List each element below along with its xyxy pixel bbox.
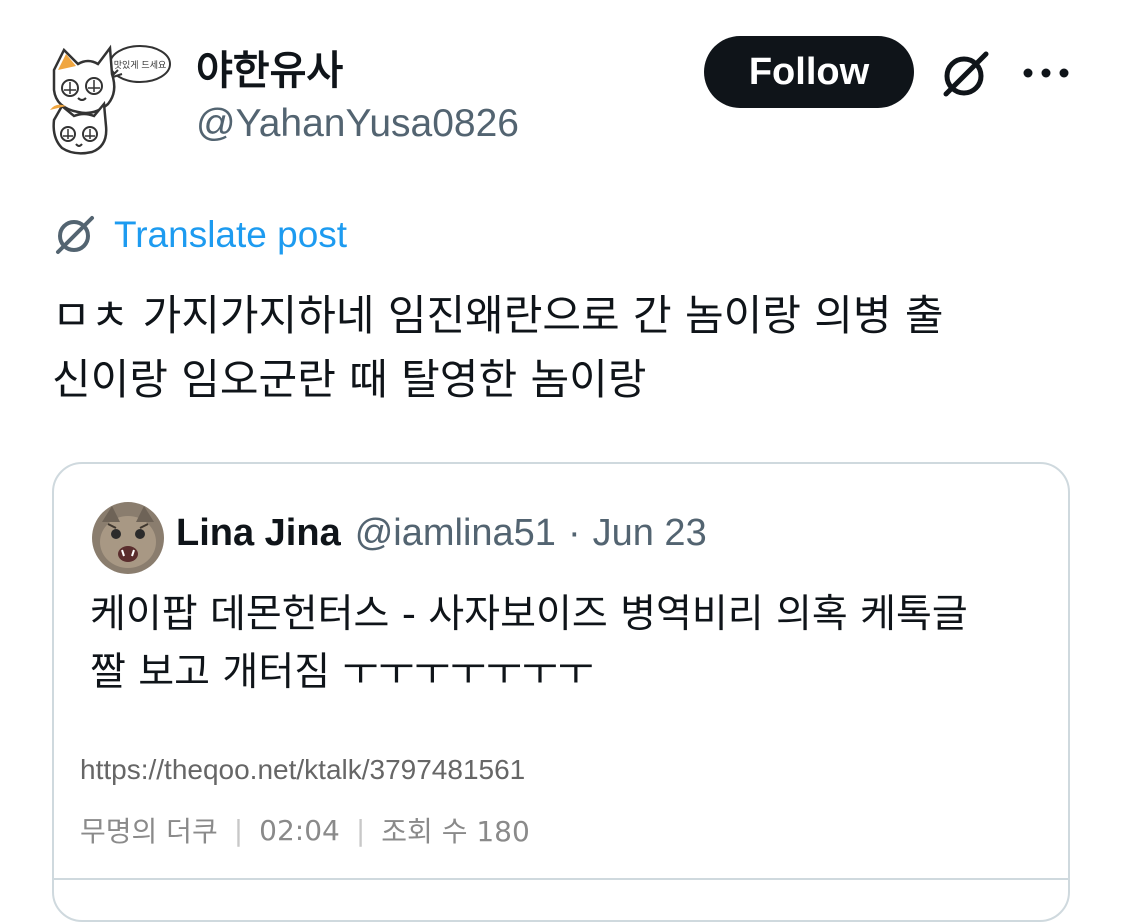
quote-text-line: 케이팝 데몬헌터스 - 사자보이즈 병역비리 의혹 케톡글 (90, 592, 968, 637)
avatar-bubble-text: 맛있게 드세요 (114, 59, 167, 71)
quote-author-handle[interactable]: @iamlina51 (355, 512, 556, 555)
meta-divider: | (355, 813, 366, 847)
embedded-screenshot-url: https://theqoo.net/ktalk/3797481561 (80, 754, 526, 785)
quote-author-avatar (92, 502, 164, 574)
quote-date[interactable]: Jun 23 (593, 512, 707, 555)
more-icon[interactable] (1020, 60, 1072, 86)
author-avatar[interactable]: 맛있게 드세요 (48, 40, 174, 158)
quote-text-line: 짤 보고 개터짐 ㅜㅜㅜㅜㅜㅜㅜ (90, 650, 594, 695)
translate-post-label: Translate post (114, 214, 348, 255)
quote-separator: · (567, 512, 581, 554)
meta-divider: | (233, 813, 244, 847)
quote-text: 케이팝 데몬헌터스 - 사자보이즈 병역비리 의혹 케톡글 짤 보고 개터짐 ㅜ… (90, 586, 1050, 702)
follow-button[interactable]: Follow (704, 36, 914, 108)
quote-header: Lina Jina @iamlina51 · Jun 23 (176, 512, 707, 555)
embedded-divider (54, 878, 1068, 880)
author-display-name[interactable]: 야한유사 (196, 38, 343, 96)
translate-post-link[interactable]: Translate post (52, 210, 347, 260)
grok-translate-icon (52, 212, 98, 258)
post-text-line: ㅁㅊ 가지가지하네 임진왜란으로 간 놈이랑 의병 출 (52, 291, 944, 340)
embedded-time: 02:04 (259, 813, 340, 847)
embedded-views: 조회 수 180 (381, 815, 530, 848)
quoted-post-card[interactable]: Lina Jina @iamlina51 · Jun 23 케이팝 데몬헌터스 … (52, 462, 1070, 922)
quote-author-name[interactable]: Lina Jina (176, 512, 341, 555)
embedded-author: 무명의 더쿠 (80, 815, 218, 848)
embedded-screenshot-meta: 무명의 더쿠 | 02:04 | 조회 수 180 (80, 810, 530, 850)
grok-icon[interactable] (938, 46, 994, 102)
post-text-line: 신이랑 임오군란 때 탈영한 놈이랑 (52, 355, 647, 404)
post-text: ㅁㅊ 가지가지하네 임진왜란으로 간 놈이랑 의병 출 신이랑 임오군란 때 탈… (52, 284, 1082, 412)
author-handle[interactable]: @YahanYusa0826 (196, 102, 519, 146)
